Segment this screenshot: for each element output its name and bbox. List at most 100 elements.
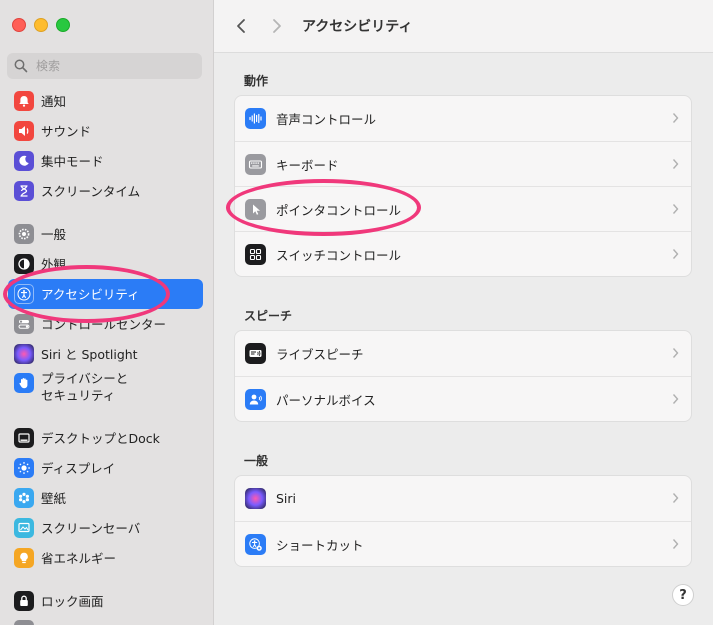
row-label: ショートカット	[276, 537, 364, 553]
sidebar-item-energy-saver[interactable]: 省エネルギー	[8, 543, 203, 573]
sidebar-item-label: サウンド	[41, 123, 92, 139]
main-content: アクセシビリティ 動作 音声コントロール キーボード ポインタコントロール スイ…	[214, 0, 713, 625]
hourglass-icon	[14, 181, 34, 201]
sidebar-item-label: アクセシビリティ	[41, 286, 140, 302]
gear-icon	[14, 224, 34, 244]
accessibility-icon	[14, 284, 34, 304]
switch-grid-icon	[245, 243, 266, 265]
sidebar-item-label: ディスプレイ	[41, 460, 116, 476]
sidebar-item-siri-spotlight[interactable]: Siri と Spotlight	[8, 339, 203, 369]
help-button[interactable]: ?	[672, 584, 694, 606]
row-shortcut[interactable]: ショートカット	[235, 521, 691, 566]
search-icon	[14, 59, 28, 73]
sidebar-item-focus[interactable]: 集中モード	[8, 146, 203, 176]
zoom-window-button[interactable]	[56, 18, 70, 32]
search-field[interactable]	[7, 53, 202, 79]
sidebar-item-wallpaper[interactable]: 壁紙	[8, 483, 203, 513]
row-switch-control[interactable]: スイッチコントロール	[235, 231, 691, 276]
lock-icon	[14, 591, 34, 611]
sidebar-item-screen-time[interactable]: スクリーンタイム	[8, 176, 203, 206]
sidebar-item-label: Siri と Spotlight	[41, 346, 138, 362]
back-button[interactable]	[230, 15, 252, 37]
chevron-right-icon	[672, 113, 679, 123]
lightbulb-icon	[14, 548, 34, 568]
sidebar-item-label: ロック画面	[41, 593, 104, 609]
section-title-speech: スピーチ	[244, 309, 293, 323]
live-speech-icon	[245, 343, 266, 364]
search-input[interactable]	[34, 58, 188, 74]
pointer-icon	[245, 198, 266, 220]
sidebar-item-label: 一般	[41, 226, 67, 242]
sidebar-item-label: デスクトップとDock	[41, 430, 160, 446]
sidebar-item-label: プライバシーと	[41, 371, 129, 386]
wallpaper-icon	[14, 488, 34, 508]
shortcut-icon	[245, 533, 266, 555]
chevron-right-icon	[672, 493, 679, 503]
sidebar-item-label-group: プライバシーと セキュリティ	[41, 370, 128, 404]
keyboard-icon	[245, 153, 266, 175]
sidebar-item-label: 集中モード	[41, 153, 104, 169]
settings-group-general: Siri ショートカット	[234, 475, 692, 567]
sidebar-item-notifications[interactable]: 通知	[8, 86, 203, 116]
section-title-general: 一般	[244, 454, 269, 468]
sidebar-item-label: 壁紙	[41, 490, 67, 506]
display-icon	[14, 458, 34, 478]
sidebar-item-general[interactable]: 一般	[8, 219, 203, 249]
chevron-right-icon	[672, 204, 679, 214]
chevron-right-icon	[273, 19, 281, 33]
moon-icon	[14, 151, 34, 171]
window-controls	[12, 18, 70, 32]
sidebar-item-label: スクリーンセーバ	[41, 520, 141, 536]
sidebar-item-label: コントロールセンター	[41, 316, 167, 332]
row-live-speech[interactable]: ライブスピーチ	[235, 331, 691, 376]
dock-icon	[14, 428, 34, 448]
toolbar: アクセシビリティ	[214, 0, 713, 53]
row-keyboard[interactable]: キーボード	[235, 141, 691, 186]
sidebar-item-label: 省エネルギー	[41, 550, 117, 566]
chevron-right-icon	[672, 159, 679, 169]
minimize-window-button[interactable]	[34, 18, 48, 32]
row-pointer-control[interactable]: ポインタコントロール	[235, 186, 691, 231]
row-siri[interactable]: Siri	[235, 476, 691, 521]
sidebar-item-lock-screen[interactable]: ロック画面	[8, 586, 203, 616]
appearance-icon	[14, 254, 34, 274]
settings-group-speech: ライブスピーチ パーソナルボイス	[234, 330, 692, 422]
sidebar-item-label: 外観	[41, 256, 67, 272]
row-label: Siri	[276, 491, 297, 506]
chevron-right-icon	[672, 348, 679, 358]
sidebar-item-sound[interactable]: サウンド	[8, 116, 203, 146]
sidebar-item-desktop-dock[interactable]: デスクトップとDock	[8, 423, 203, 453]
sidebar-item-screensaver[interactable]: スクリーンセーバ	[8, 513, 203, 543]
row-voice-control[interactable]: 音声コントロール	[235, 96, 691, 141]
forward-button[interactable]	[266, 15, 288, 37]
row-label: 音声コントロール	[276, 112, 377, 127]
row-label: スイッチコントロール	[276, 247, 402, 263]
hand-icon	[14, 373, 34, 393]
chevron-right-icon	[672, 249, 679, 259]
sidebar-item-displays[interactable]: ディスプレイ	[8, 453, 203, 483]
sidebar-item-appearance[interactable]: 外観	[8, 249, 203, 279]
speaker-icon	[14, 121, 34, 141]
sidebar-item-label-line2: セキュリティ	[41, 388, 116, 403]
chevron-right-icon	[672, 539, 679, 549]
row-label: パーソナルボイス	[276, 392, 376, 408]
chevron-right-icon	[672, 394, 679, 404]
sidebar-item-cutoff-icon	[14, 620, 34, 625]
row-label: ライブスピーチ	[276, 347, 364, 362]
sidebar-item-label: 通知	[41, 93, 67, 109]
sidebar-item-accessibility[interactable]: アクセシビリティ	[8, 279, 203, 309]
control-center-icon	[14, 314, 34, 334]
siri-icon	[14, 344, 34, 364]
close-window-button[interactable]	[12, 18, 26, 32]
sidebar: 通知 サウンド 集中モード スクリーンタイム 一般 外観	[0, 0, 214, 625]
sidebar-item-label: スクリーンタイム	[41, 183, 141, 199]
chevron-left-icon	[237, 19, 245, 33]
personal-voice-icon	[245, 388, 266, 410]
page-title: アクセシビリティ	[302, 19, 413, 35]
row-personal-voice[interactable]: パーソナルボイス	[235, 376, 691, 421]
siri-icon	[245, 488, 266, 509]
sidebar-item-control-center[interactable]: コントロールセンター	[8, 309, 203, 339]
sidebar-item-privacy-security[interactable]: プライバシーと セキュリティ	[8, 370, 203, 406]
screensaver-icon	[14, 518, 34, 538]
waveform-icon	[245, 108, 266, 129]
